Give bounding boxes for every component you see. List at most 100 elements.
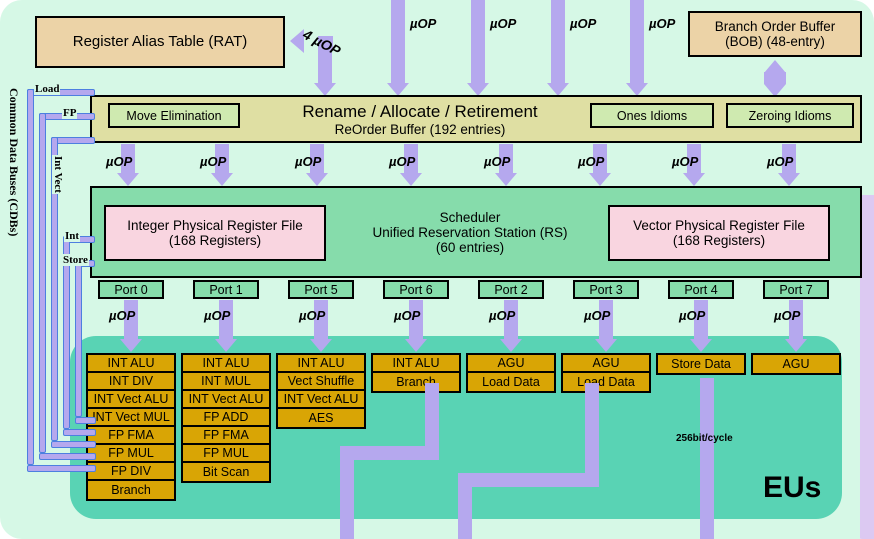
load-data-path-port2-horiz: [340, 446, 439, 460]
port-box-port-1[interactable]: Port 1: [193, 280, 259, 299]
bob-label-line1: Branch Order Buffer: [714, 18, 836, 34]
scheduler-title-line1: Scheduler: [439, 209, 501, 225]
port-uop-arrow-7-head: [785, 339, 807, 352]
bob-label-line2: (BOB) (48-entry): [725, 34, 825, 49]
port-uop-arrow-6-head: [690, 339, 712, 352]
port-uop-label-1: µOP: [204, 308, 231, 323]
store-data-path-port4: [700, 378, 714, 539]
port-uop-arrow-1-head: [215, 339, 237, 352]
eu-unit: INT Vect ALU: [183, 391, 269, 409]
move-elimination-block: Move Elimination: [108, 103, 240, 128]
eu-unit: INT Vect ALU: [278, 391, 364, 409]
port-label: Port 6: [399, 282, 433, 297]
rename-title-line2: ReOrder Buffer (192 entries): [334, 121, 506, 137]
mid-uop-arrow-5-head: [589, 173, 611, 186]
eu-unit: INT Vect ALU: [88, 391, 174, 409]
cdb-line-load-vertical: [27, 89, 34, 465]
port-box-port-6[interactable]: Port 6: [383, 280, 449, 299]
mid-uop-label-1: µOP: [200, 154, 227, 169]
ones-idioms-block: Ones Idioms: [590, 103, 714, 128]
eu-unit: Store Data: [671, 357, 731, 371]
eu-stack-port-4: Store Data: [656, 353, 746, 375]
port-label: Port 0: [114, 282, 148, 297]
mid-uop-label-3: µOP: [389, 154, 416, 169]
top-uop-label-3: µOP: [570, 16, 597, 31]
eu-unit: INT MUL: [183, 373, 269, 391]
top-uop-arrow-1-stem: [391, 0, 405, 83]
cdb-line-store-bottom: [75, 417, 96, 424]
mid-uop-arrow-0-head: [117, 173, 139, 186]
bandwidth-label: 256bit/cycle: [676, 433, 733, 444]
eu-unit: Load Data: [482, 375, 540, 389]
port-uop-arrow-4-head: [500, 339, 522, 352]
eu-unit: Vect Shuffle: [278, 373, 364, 391]
port-box-port-0[interactable]: Port 0: [98, 280, 164, 299]
cdb-label-load: Load: [34, 83, 61, 95]
port-uop-label-5: µOP: [584, 308, 611, 323]
eu-unit: INT Vect MUL: [88, 409, 174, 427]
eu-unit: FP ADD: [183, 409, 269, 427]
ones-idioms-label: Ones Idioms: [616, 108, 688, 123]
port-uop-label-2: µOP: [299, 308, 326, 323]
port-label: Port 3: [589, 282, 623, 297]
mid-uop-label-5: µOP: [578, 154, 605, 169]
eu-stack-port-2: AGU Load Data: [466, 353, 556, 393]
eu-stack-port-3: AGU Load Data: [561, 353, 651, 393]
cdb-label-store: Store: [62, 254, 89, 266]
cdb-line-store-vertical: [75, 260, 82, 417]
mid-uop-arrow-1-head: [211, 173, 233, 186]
move-elimination-label: Move Elimination: [126, 108, 222, 123]
vector-physical-register-file-block: Vector Physical Register File (168 Regis…: [608, 205, 830, 261]
mid-uop-arrow-7-head: [778, 173, 800, 186]
eu-unit: Branch: [396, 375, 436, 389]
port-uop-label-0: µOP: [109, 308, 136, 323]
mid-uop-label-2: µOP: [295, 154, 322, 169]
register-alias-table-block: Register Alias Table (RAT): [35, 16, 285, 68]
eu-unit: INT ALU: [278, 355, 364, 373]
eus-label: EUs: [763, 471, 822, 504]
rename-title-group: Rename / Allocate / Retirement ReOrder B…: [255, 96, 585, 142]
load-data-path-port2-down: [340, 446, 354, 539]
port-box-port-5[interactable]: Port 5: [288, 280, 354, 299]
eu-unit: AGU: [468, 355, 554, 373]
load-data-path-port2-vert: [425, 383, 439, 446]
scheduler-title-line3: (60 entries): [435, 239, 505, 255]
mid-uop-arrow-6-head: [683, 173, 705, 186]
top-uop-arrow-2-stem: [471, 0, 485, 83]
port-box-port-4[interactable]: Port 4: [668, 280, 734, 299]
port-box-port-7[interactable]: Port 7: [763, 280, 829, 299]
cdb-label-int-vect: Int Vect: [52, 155, 64, 194]
top-uop-arrow-4-stem: [630, 0, 644, 83]
int-prf-line1: Integer Physical Register File: [127, 217, 303, 233]
vec-prf-line2: (168 Registers): [672, 233, 766, 248]
port-uop-arrow-5-head: [595, 339, 617, 352]
eu-unit: AES: [308, 411, 334, 425]
zeroing-idioms-block: Zeroing Idioms: [726, 103, 854, 128]
vec-prf-line1: Vector Physical Register File: [633, 217, 805, 233]
eu-unit: INT ALU: [373, 355, 459, 373]
eu-unit: FP MUL: [88, 445, 174, 463]
port-box-port-3[interactable]: Port 3: [573, 280, 639, 299]
top-uop-label-2: µOP: [490, 16, 517, 31]
load-data-path-port3-down: [458, 473, 472, 539]
port-uop-arrow-3-head: [405, 339, 427, 352]
port-label: Port 2: [494, 282, 528, 297]
eu-unit: Load Data: [577, 375, 635, 389]
load-data-path-port3-horiz: [458, 473, 599, 487]
scheduler-title-line2: Unified Reservation Station (RS): [372, 224, 568, 240]
port-box-port-2[interactable]: Port 2: [478, 280, 544, 299]
port-label: Port 4: [684, 282, 718, 297]
port-label: Port 5: [304, 282, 338, 297]
cdb-line-load-bottom: [27, 465, 96, 472]
rename-title-line1: Rename / Allocate / Retirement: [302, 101, 538, 121]
mid-uop-arrow-4-head: [495, 173, 517, 186]
port-uop-label-4: µOP: [489, 308, 516, 323]
port-label: Port 7: [779, 282, 813, 297]
port-uop-arrow-0-head: [120, 339, 142, 352]
eu-unit: FP FMA: [88, 427, 174, 445]
integer-physical-register-file-block: Integer Physical Register File (168 Regi…: [104, 205, 326, 261]
eu-unit: INT ALU: [183, 355, 269, 373]
top-uop-arrow-3-stem: [551, 0, 565, 83]
eu-unit: FP FMA: [183, 427, 269, 445]
top-uop-label-1: µOP: [410, 16, 437, 31]
